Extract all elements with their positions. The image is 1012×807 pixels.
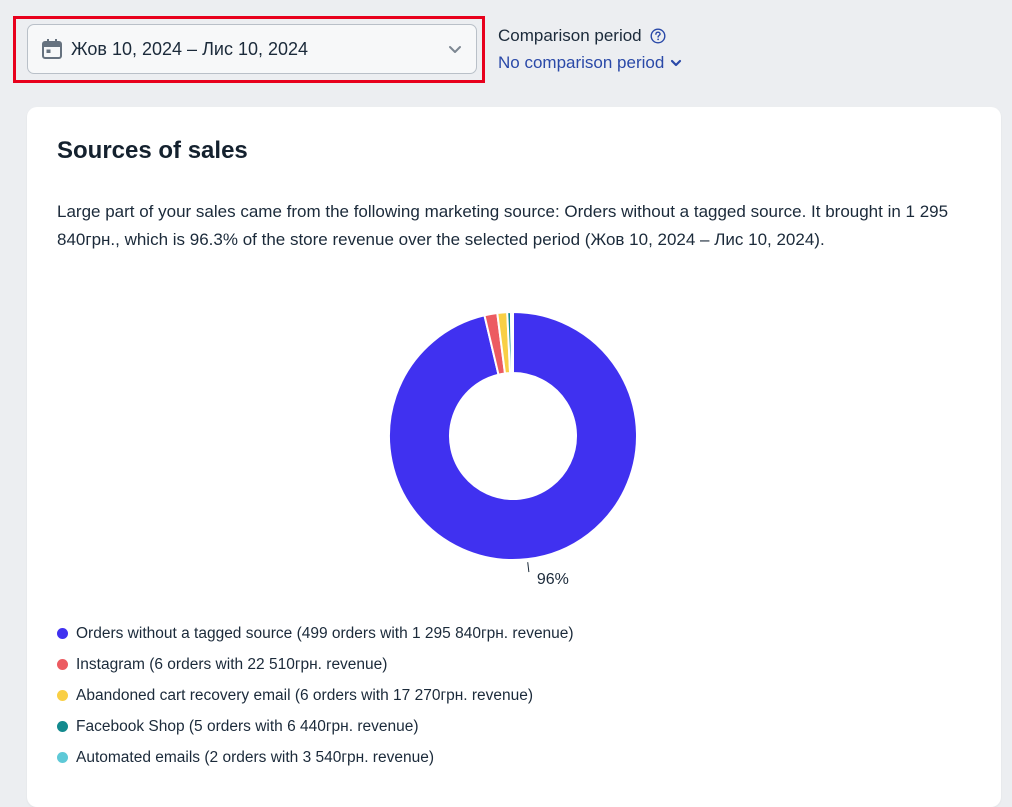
sources-of-sales-card: Sources of sales Large part of your sale… bbox=[27, 107, 1001, 807]
date-range-picker[interactable]: Жов 10, 2024 – Лис 10, 2024 bbox=[27, 24, 477, 74]
data-label-leader bbox=[527, 562, 530, 573]
legend-swatch bbox=[57, 628, 68, 639]
legend-label: Orders without a tagged source (499 orde… bbox=[76, 624, 574, 642]
legend-label: Instagram (6 orders with 22 510грн. reve… bbox=[76, 655, 388, 673]
legend-item[interactable]: Automated emails (2 orders with 3 540грн… bbox=[57, 742, 574, 773]
chart-legend: Orders without a tagged source (499 orde… bbox=[57, 618, 574, 773]
legend-item[interactable]: Instagram (6 orders with 22 510грн. reve… bbox=[57, 649, 574, 680]
legend-label: Facebook Shop (5 orders with 6 440грн. r… bbox=[76, 717, 419, 735]
legend-item[interactable]: Abandoned cart recovery email (6 orders … bbox=[57, 680, 574, 711]
legend-label: Automated emails (2 orders with 3 540грн… bbox=[76, 748, 434, 766]
legend-label: Abandoned cart recovery email (6 orders … bbox=[76, 686, 534, 704]
date-range-value: Жов 10, 2024 – Лис 10, 2024 bbox=[71, 38, 309, 59]
question-circle-icon[interactable] bbox=[650, 28, 666, 44]
sources-donut-chart: 96% bbox=[388, 310, 638, 588]
data-label: 96% bbox=[537, 571, 569, 588]
chevron-down-icon bbox=[446, 40, 464, 58]
comparison-period-value: No comparison period bbox=[498, 53, 665, 72]
legend-item[interactable]: Facebook Shop (5 orders with 6 440грн. r… bbox=[57, 711, 574, 742]
donut-slice[interactable] bbox=[509, 310, 514, 375]
legend-swatch bbox=[57, 752, 68, 763]
chevron-down-icon bbox=[670, 57, 682, 69]
comparison-period-label: Comparison period bbox=[498, 26, 666, 46]
legend-item[interactable]: Orders without a tagged source (499 orde… bbox=[57, 618, 574, 649]
legend-swatch bbox=[57, 690, 68, 701]
comparison-period-dropdown[interactable]: No comparison period bbox=[498, 53, 682, 73]
legend-swatch bbox=[57, 721, 68, 732]
legend-swatch bbox=[57, 659, 68, 670]
comparison-period-label-text: Comparison period bbox=[498, 26, 642, 45]
calendar-icon bbox=[40, 37, 64, 61]
